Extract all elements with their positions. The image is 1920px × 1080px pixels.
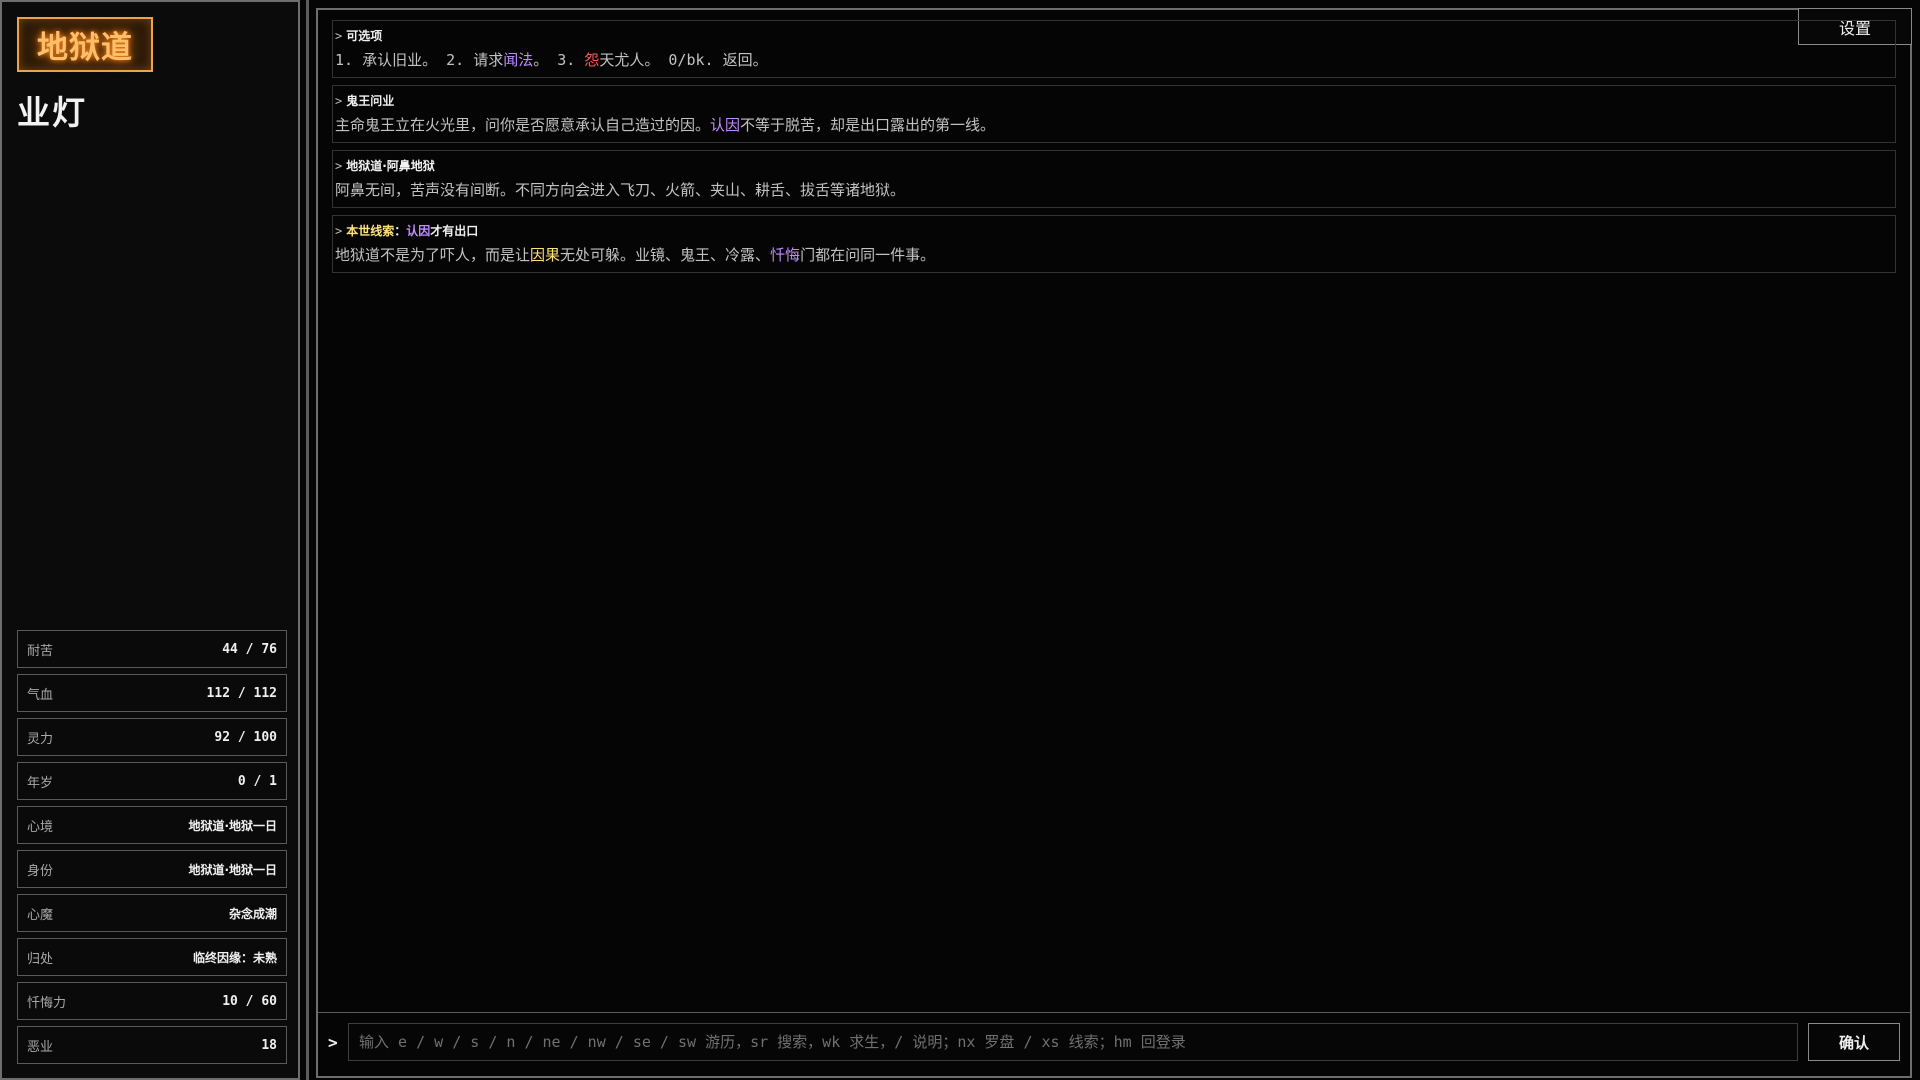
log-entry: > 地狱道·阿鼻地狱 阿鼻无间，苦声没有间断。不同方向会进入飞刀、火箭、夹山、耕舌、… bbox=[332, 150, 1896, 208]
highlight-term: 认因 bbox=[710, 116, 741, 134]
stat-value: 临终因缘：未熟 bbox=[192, 950, 277, 965]
caret-icon: > bbox=[335, 224, 343, 238]
stat-row: 心魔 杂念成潮 bbox=[17, 894, 287, 932]
stat-row: 气血 112 / 112 bbox=[17, 674, 287, 712]
highlight-term: 忏悔 bbox=[770, 246, 801, 264]
log-entry-title: > 鬼王问业 bbox=[335, 92, 1895, 109]
stat-value: 地狱道·地狱一日 bbox=[188, 862, 277, 877]
character-sidebar: 地狱道 业灯 耐苦 44 / 76 气血 112 / 112 灵力 92 / 100 年岁 0… bbox=[0, 0, 300, 1080]
message-log: > 可选项 1. 承认旧业。 2. 请求闻法。 3. 怨天尤人。 0/bk. 返回。… bbox=[332, 20, 1896, 280]
log-entry-title: > 可选项 bbox=[335, 27, 1895, 44]
text-segment: 不等于脱苦，却是出口露出的第一线。 bbox=[740, 116, 996, 134]
stats-panel: 耐苦 44 / 76 气血 112 / 112 灵力 92 / 100 年岁 0 / 1 心境地… bbox=[17, 630, 287, 1070]
caret-icon: > bbox=[335, 159, 343, 173]
stat-value: 10 / 60 bbox=[222, 993, 277, 1009]
text-segment: 才有出口 bbox=[430, 224, 479, 238]
text-segment: ： bbox=[394, 224, 407, 238]
text-segment: 地狱道不是为了吓人，而是让 bbox=[335, 246, 531, 264]
text-segment: 。 3. bbox=[533, 51, 585, 69]
stat-row: 耐苦 44 / 76 bbox=[17, 630, 287, 668]
text-segment: 鬼王问业 bbox=[346, 94, 395, 108]
stat-row: 归处 临终因缘：未熟 bbox=[17, 938, 287, 976]
stat-value: 92 / 100 bbox=[214, 729, 277, 745]
realm-badge: 地狱道 bbox=[17, 17, 153, 72]
highlight-term: 怨 bbox=[584, 51, 600, 69]
stat-label: 归处 bbox=[27, 951, 54, 967]
stat-value: 杂念成潮 bbox=[228, 906, 277, 921]
stat-value: 地狱道·地狱一日 bbox=[188, 818, 277, 833]
stat-label: 年岁 bbox=[27, 775, 54, 791]
stat-row: 恶业 18 bbox=[17, 1026, 287, 1064]
stat-row: 年岁 0 / 1 bbox=[17, 762, 287, 800]
command-bar: > 确认 bbox=[318, 1012, 1910, 1076]
stat-label: 气血 bbox=[27, 687, 54, 703]
stat-row: 身份 地狱道·地狱一日 bbox=[17, 850, 287, 888]
stat-value: 18 bbox=[261, 1037, 277, 1053]
text-segment: 1. 承认旧业。 2. 请求 bbox=[335, 51, 504, 69]
command-input[interactable] bbox=[348, 1023, 1798, 1061]
stat-label: 身份 bbox=[27, 863, 54, 879]
stat-label: 忏悔力 bbox=[27, 995, 67, 1011]
text-segment: 阿鼻无间，苦声没有间断。不同方向会进入飞刀、火箭、夹山、耕舌、拔舌等诸地狱。 bbox=[335, 181, 906, 199]
log-entry: > 本世线索：认因才有出口 地狱道不是为了吓人，而是让因果无处可躲。业镜、鬼王、冷露… bbox=[332, 215, 1896, 273]
stat-label: 灵力 bbox=[27, 731, 54, 747]
log-entry-title: > 本世线索：认因才有出口 bbox=[335, 222, 1895, 239]
caret-icon: > bbox=[335, 29, 343, 43]
caret-icon: > bbox=[335, 94, 343, 108]
log-entry-body: 主命鬼王立在火光里，问你是否愿意承认自己造过的因。认因不等于脱苦，却是出口露出的… bbox=[335, 114, 1895, 135]
highlight-term: 闻法 bbox=[503, 51, 534, 69]
highlight-term: 认因 bbox=[406, 224, 431, 238]
stat-label: 心境 bbox=[27, 819, 54, 835]
character-name: 业灯 bbox=[17, 93, 87, 132]
log-entry: > 鬼王问业主命鬼王立在火光里，问你是否愿意承认自己造过的因。认因不等于脱苦，却是… bbox=[332, 85, 1896, 143]
stat-row: 忏悔力 10 / 60 bbox=[17, 982, 287, 1020]
stat-row: 灵力 92 / 100 bbox=[17, 718, 287, 756]
prompt-caret: > bbox=[328, 1033, 338, 1052]
stat-label: 心魔 bbox=[27, 907, 54, 923]
text-segment: 可选项 bbox=[346, 29, 383, 43]
main-panel: 设置 > 可选项 1. 承认旧业。 2. 请求闻法。 3. 怨天尤人。 0/bk. … bbox=[316, 8, 1912, 1078]
confirm-button[interactable]: 确认 bbox=[1808, 1023, 1900, 1061]
text-segment: 地狱道·阿鼻地狱 bbox=[346, 159, 435, 173]
text-segment: 主命鬼王立在火光里，问你是否愿意承认自己造过的因。 bbox=[335, 116, 711, 134]
stat-label: 恶业 bbox=[27, 1039, 54, 1055]
highlight-term: 因果 bbox=[530, 246, 561, 264]
stat-row: 心境 地狱道·地狱一日 bbox=[17, 806, 287, 844]
log-entry-body: 1. 承认旧业。 2. 请求闻法。 3. 怨天尤人。 0/bk. 返回。 bbox=[335, 49, 1895, 70]
highlight-term: 本世线索 bbox=[346, 224, 395, 238]
text-segment: 无处可躲。业镜、鬼王、冷露、 bbox=[560, 246, 771, 264]
log-entry: > 可选项 1. 承认旧业。 2. 请求闻法。 3. 怨天尤人。 0/bk. 返回。 bbox=[332, 20, 1896, 78]
log-entry-title: > 地狱道·阿鼻地狱 bbox=[335, 157, 1895, 174]
log-entry-body: 阿鼻无间，苦声没有间断。不同方向会进入飞刀、火箭、夹山、耕舌、拔舌等诸地狱。 bbox=[335, 179, 1895, 200]
panel-divider bbox=[306, 0, 309, 1080]
text-segment: 门都在问同一件事。 bbox=[800, 246, 936, 264]
stat-value: 44 / 76 bbox=[222, 641, 277, 657]
log-entry-body: 地狱道不是为了吓人，而是让因果无处可躲。业镜、鬼王、冷露、忏悔门都在问同一件事。 bbox=[335, 244, 1895, 265]
text-segment: 天尤人。 0/bk. 返回。 bbox=[599, 51, 768, 69]
stat-label: 耐苦 bbox=[27, 643, 54, 659]
stat-value: 0 / 1 bbox=[237, 773, 277, 789]
stat-value: 112 / 112 bbox=[206, 685, 277, 701]
